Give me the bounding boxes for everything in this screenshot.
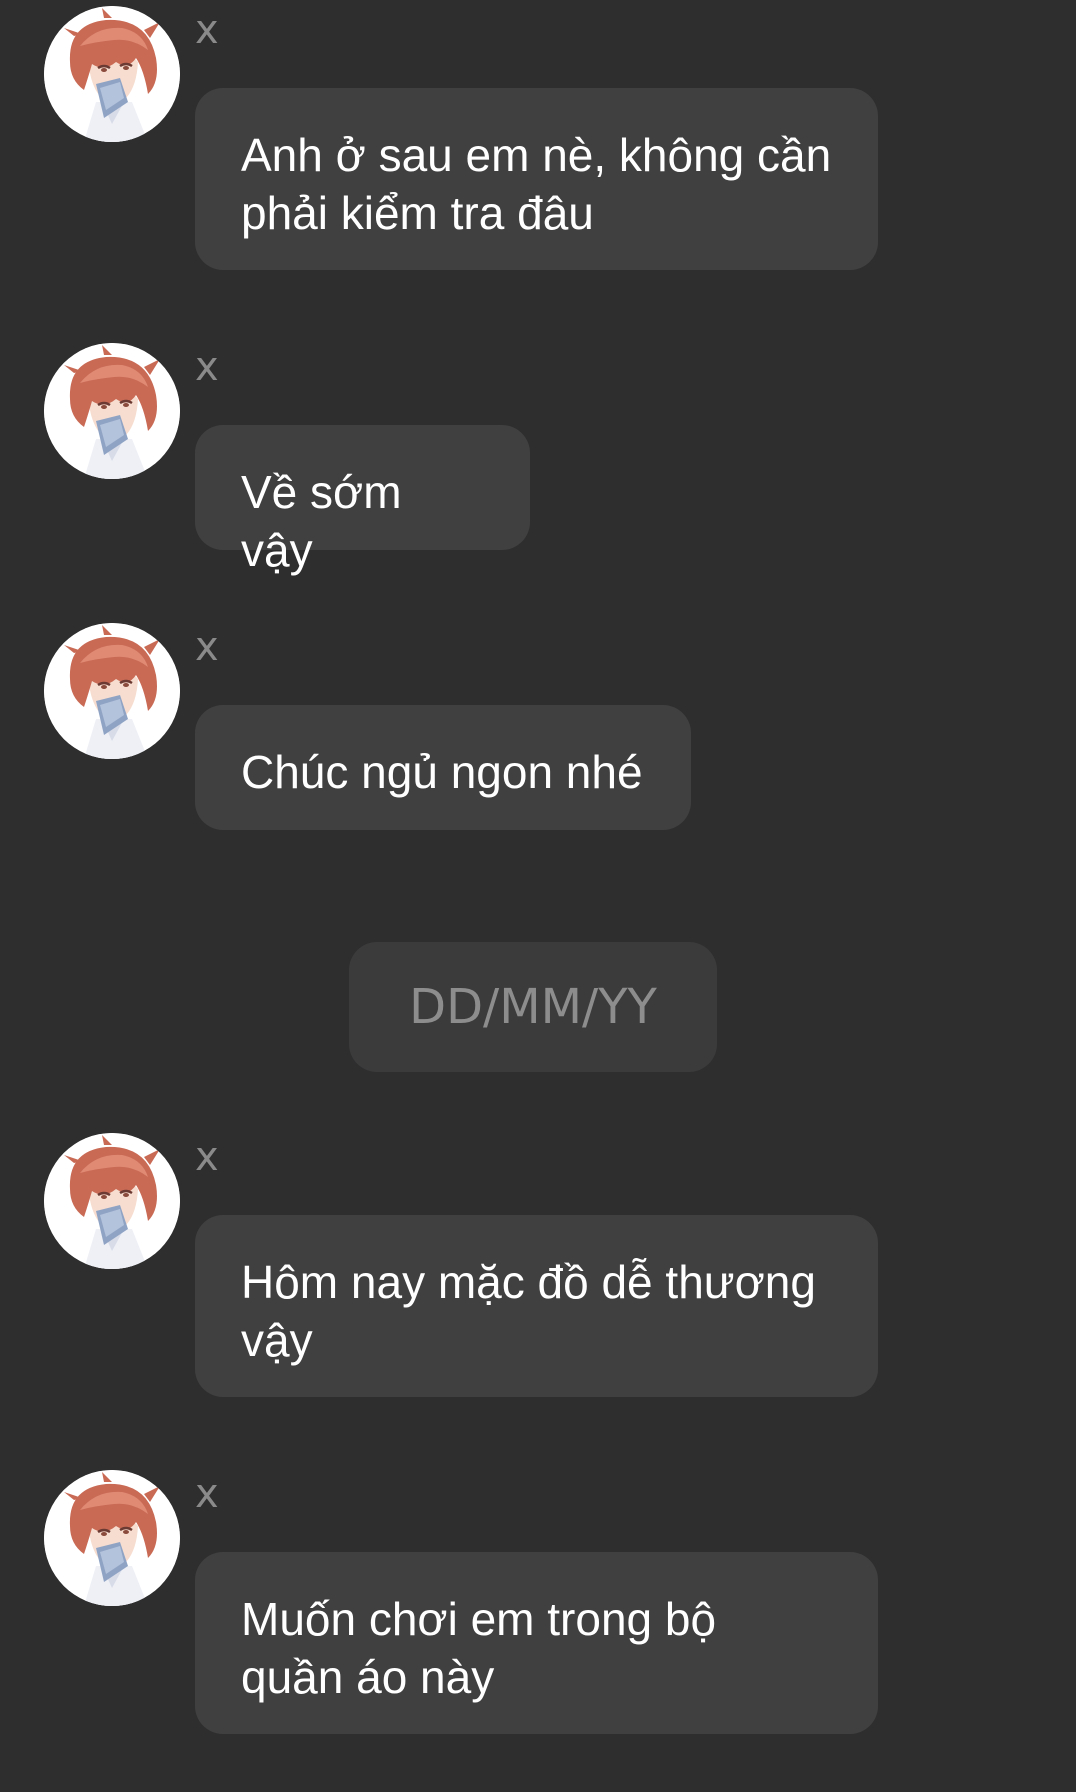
message-bubble[interactable]: Chúc ngủ ngon nhé bbox=[195, 705, 691, 830]
message-text: Về sớm vậy bbox=[241, 466, 402, 576]
sender-name: x bbox=[195, 1134, 219, 1180]
message-bubble[interactable]: Về sớm vậy bbox=[195, 425, 530, 576]
date-divider: DD/MM/YY bbox=[349, 942, 717, 1072]
anime-character-avatar-icon bbox=[44, 6, 180, 142]
message-bubble[interactable]: Muốn chơi em trong bộ quần áo này bbox=[195, 1552, 878, 1734]
message-text: Anh ở sau em nè, không cần phải kiểm tra… bbox=[241, 129, 832, 239]
anime-character-avatar-icon bbox=[44, 623, 180, 759]
anime-character-avatar-icon bbox=[44, 1470, 180, 1606]
message-text: Muốn chơi em trong bộ quần áo này bbox=[241, 1593, 717, 1703]
date-divider-label: DD/MM/YY bbox=[409, 979, 657, 1035]
message-text: Chúc ngủ ngon nhé bbox=[241, 746, 643, 798]
message-bubble[interactable]: Anh ở sau em nè, không cần phải kiểm tra… bbox=[195, 88, 878, 270]
sender-name: x bbox=[195, 344, 219, 390]
sender-avatar[interactable] bbox=[44, 1133, 180, 1269]
sender-avatar[interactable] bbox=[44, 623, 180, 759]
sender-avatar[interactable] bbox=[44, 6, 180, 142]
message-text: Hôm nay mặc đồ dễ thương vậy bbox=[241, 1256, 816, 1366]
anime-character-avatar-icon bbox=[44, 343, 180, 479]
anime-character-avatar-icon bbox=[44, 1133, 180, 1269]
sender-avatar[interactable] bbox=[44, 1470, 180, 1606]
message-bubble[interactable]: Hôm nay mặc đồ dễ thương vậy bbox=[195, 1215, 878, 1397]
sender-name: x bbox=[195, 7, 219, 53]
sender-name: x bbox=[195, 1471, 219, 1517]
sender-name: x bbox=[195, 624, 219, 670]
sender-avatar[interactable] bbox=[44, 343, 180, 479]
